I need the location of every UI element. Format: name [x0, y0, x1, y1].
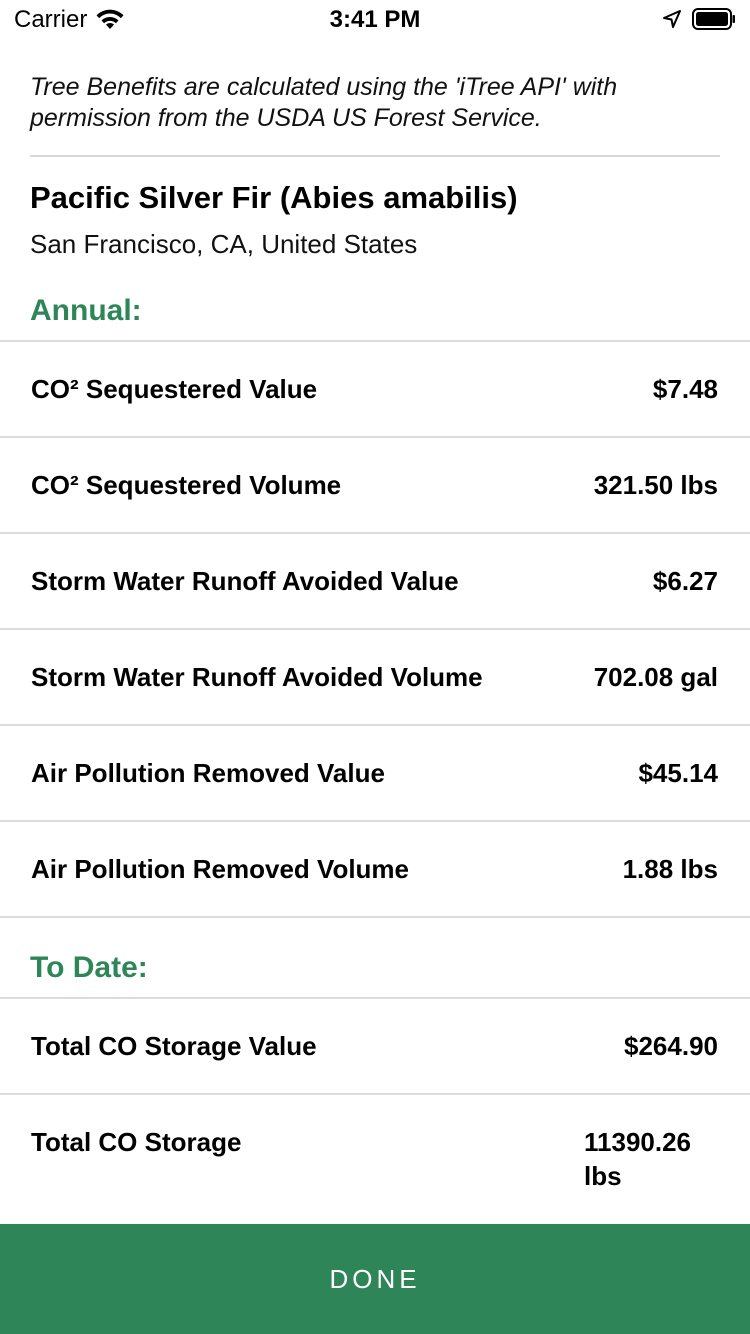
- benefit-row: Total CO Storage Value $264.90: [0, 997, 750, 1092]
- benefit-value: 1.88 lbs: [622, 854, 718, 884]
- benefit-label: CO² Sequestered Value: [31, 374, 318, 404]
- to-date-section-header: To Date:: [30, 951, 148, 984]
- benefit-row: Storm Water Runoff Avoided Volume 702.08…: [0, 628, 750, 723]
- done-button[interactable]: DONE: [0, 1224, 750, 1334]
- benefit-label: CO² Sequestered Volume: [31, 470, 342, 500]
- benefit-label: Storm Water Runoff Avoided Value: [31, 566, 459, 596]
- benefit-row: CO² Sequestered Value $7.48: [0, 340, 750, 435]
- benefit-label: Air Pollution Removed Value: [31, 758, 385, 788]
- benefit-row: Storm Water Runoff Avoided Value $6.27: [0, 532, 750, 627]
- benefit-value: $7.48: [652, 374, 718, 404]
- divider: [30, 155, 720, 157]
- itree-disclaimer: Tree Benefits are calculated using the '…: [30, 73, 618, 132]
- annual-section-header: Annual:: [30, 294, 142, 327]
- benefit-row: Air Pollution Removed Volume 1.88 lbs: [0, 820, 750, 915]
- benefit-value: $6.27: [652, 566, 718, 596]
- benefit-value: $264.90: [624, 1031, 718, 1061]
- status-bar: Carrier 3:41 PM: [0, 0, 750, 40]
- status-right-icons: [662, 8, 736, 30]
- benefit-row: CO² Sequestered Volume 321.50 lbs: [0, 436, 750, 531]
- benefit-row: Total CO Storage 11390.26 lbs: [0, 1093, 750, 1223]
- battery-icon: [692, 8, 735, 30]
- benefit-value: 702.08 gal: [593, 662, 718, 692]
- status-time: 3:41 PM: [329, 6, 421, 33]
- benefit-value: 11390.26 lbs: [584, 1127, 692, 1191]
- benefit-row: Air Pollution Removed Value $45.14: [0, 724, 750, 819]
- benefit-label: Total CO Storage: [31, 1127, 242, 1157]
- tree-location: San Francisco, CA, United States: [30, 229, 418, 259]
- benefit-value: $45.14: [638, 758, 718, 788]
- benefit-label: Storm Water Runoff Avoided Volume: [31, 662, 483, 692]
- benefit-label: Total CO Storage Value: [31, 1031, 317, 1061]
- tree-name: Pacific Silver Fir (Abies amabilis): [30, 180, 518, 215]
- benefit-value: 321.50 lbs: [593, 470, 718, 500]
- tree-benefits-screen: Carrier 3:41 PM Tree Benefits are calcul…: [0, 0, 750, 1334]
- location-arrow-icon: [663, 10, 681, 28]
- benefit-label: Air Pollution Removed Volume: [31, 854, 410, 884]
